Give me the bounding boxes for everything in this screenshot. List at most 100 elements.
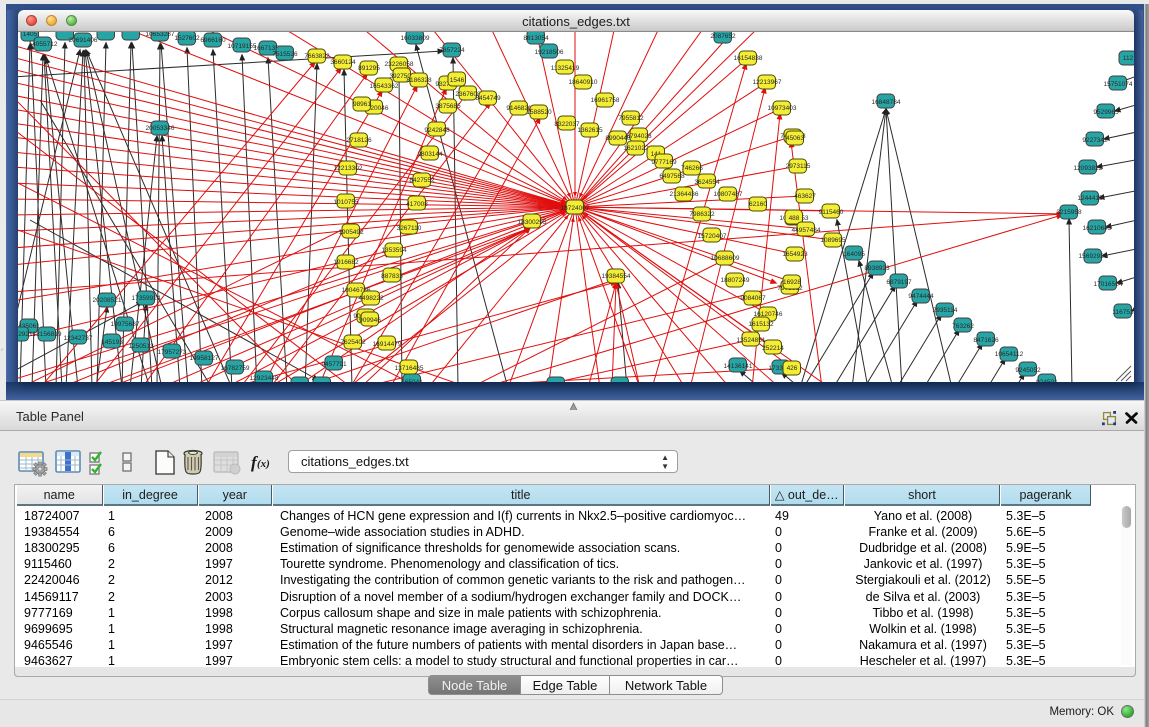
- svg-text:10807487: 10807487: [714, 191, 743, 198]
- svg-text:13524851: 13524851: [737, 337, 766, 344]
- svg-text:15692921: 15692921: [1079, 253, 1108, 260]
- svg-text:1546: 1546: [450, 77, 465, 84]
- svg-text:45063: 45063: [786, 135, 804, 142]
- svg-text:12923448: 12923448: [250, 375, 279, 382]
- svg-text:763262: 763262: [952, 323, 974, 330]
- svg-text:18640910: 18640910: [569, 79, 598, 86]
- svg-text:4498222: 4498222: [358, 295, 384, 302]
- svg-text:8938923: 8938923: [864, 265, 890, 272]
- svg-text:909946: 909946: [359, 317, 381, 324]
- svg-text:252214: 252214: [762, 345, 784, 352]
- svg-text:1362615: 1362615: [577, 127, 603, 134]
- svg-text:12342737: 12342737: [64, 335, 93, 342]
- svg-text:14136141: 14136141: [724, 363, 753, 370]
- svg-text:10973403: 10973403: [768, 105, 797, 112]
- svg-text:11325419: 11325419: [551, 65, 580, 72]
- svg-text:16033809: 16033809: [401, 35, 430, 42]
- svg-text:44957484: 44957484: [792, 227, 821, 234]
- svg-text:12156819: 12156819: [33, 331, 62, 338]
- svg-text:13716485: 13716485: [395, 365, 424, 372]
- svg-text:887833: 887833: [381, 273, 403, 280]
- svg-text:9242848: 9242848: [424, 127, 450, 134]
- svg-text:3215958: 3215958: [1056, 209, 1082, 216]
- svg-text:17359924: 17359924: [132, 295, 161, 302]
- svg-text:9474444: 9474444: [908, 293, 934, 300]
- svg-text:7857224: 7857224: [439, 47, 465, 54]
- svg-text:9084067: 9084067: [740, 295, 766, 302]
- svg-text:16782759: 16782759: [221, 365, 250, 372]
- svg-text:16154838: 16154838: [734, 55, 763, 62]
- svg-text:62160: 62160: [749, 201, 767, 208]
- svg-text:3624554: 3624554: [694, 179, 720, 186]
- svg-text:1527602: 1527602: [174, 35, 200, 42]
- svg-text:8322037: 8322037: [554, 121, 580, 128]
- svg-text:1916682: 1916682: [333, 259, 359, 266]
- svg-text:17016504: 17016504: [1094, 281, 1123, 288]
- svg-text:9457791: 9457791: [321, 361, 347, 368]
- svg-text:10719155: 10719155: [228, 43, 257, 50]
- svg-text:16928: 16928: [783, 279, 801, 286]
- svg-text:1089695: 1089695: [820, 237, 846, 244]
- svg-text:3660124: 3660124: [330, 59, 356, 66]
- svg-text:8454749: 8454749: [475, 95, 501, 102]
- svg-text:112: 112: [1123, 55, 1134, 62]
- svg-text:10975687: 10975687: [111, 321, 140, 328]
- svg-text:10688609: 10688609: [711, 255, 740, 262]
- svg-text:8471626: 8471626: [973, 337, 999, 344]
- svg-text:8427552: 8427552: [409, 177, 435, 184]
- svg-text:8186328: 8186328: [406, 77, 432, 84]
- svg-text:746266: 746266: [681, 165, 703, 172]
- svg-text:7663822: 7663822: [304, 53, 330, 60]
- svg-text:1654923: 1654923: [782, 251, 808, 258]
- svg-text:7625402: 7625402: [340, 339, 366, 346]
- svg-text:2935114: 2935114: [933, 307, 958, 314]
- svg-text:6794028: 6794028: [626, 133, 652, 140]
- svg-text:1244415: 1244415: [1077, 195, 1103, 202]
- svg-text:10653287: 10653287: [146, 32, 175, 38]
- svg-text:1905492: 1905492: [338, 229, 364, 236]
- svg-text:1621022: 1621022: [623, 145, 649, 152]
- svg-text:7515526: 7515526: [272, 51, 298, 58]
- svg-text:9777169: 9777169: [651, 159, 677, 166]
- svg-text:12093822: 12093822: [1074, 165, 1103, 172]
- svg-text:9245052: 9245052: [1015, 367, 1041, 374]
- svg-text:(x): (x): [257, 458, 270, 470]
- svg-text:426: 426: [787, 365, 798, 372]
- svg-text:116753: 116753: [1112, 309, 1134, 316]
- svg-text:6966160: 6966160: [200, 37, 226, 44]
- svg-text:924501: 924501: [1036, 379, 1058, 382]
- svg-text:16210643: 16210643: [1083, 225, 1112, 232]
- svg-text:16848784: 16848784: [872, 99, 901, 106]
- svg-text:23226058: 23226058: [385, 61, 414, 68]
- svg-text:19384554: 19384554: [602, 273, 631, 280]
- svg-text:21364436: 21364436: [670, 191, 699, 198]
- svg-text:1405: 1405: [23, 32, 38, 38]
- svg-text:488: 488: [789, 215, 800, 222]
- svg-text:3912921: 3912921: [18, 331, 33, 338]
- svg-text:20053346: 20053346: [146, 125, 175, 132]
- svg-text:165041: 165041: [401, 379, 423, 382]
- svg-text:2087652: 2087652: [710, 33, 736, 40]
- svg-text:1250513: 1250513: [128, 343, 154, 350]
- svg-text:20208521: 20208521: [93, 297, 122, 304]
- svg-text:164095: 164095: [843, 251, 865, 258]
- svg-text:145193: 145193: [101, 339, 123, 346]
- svg-text:18300295: 18300295: [518, 219, 547, 226]
- svg-text:1010755: 1010755: [333, 199, 359, 206]
- svg-text:1615132: 1615132: [748, 321, 774, 328]
- svg-text:9115460: 9115460: [819, 209, 844, 216]
- svg-text:8813054: 8813054: [523, 35, 549, 42]
- svg-text:15720407: 15720407: [698, 233, 727, 240]
- svg-text:18724007: 18724007: [561, 205, 590, 212]
- svg-text:2718126: 2718126: [346, 137, 372, 144]
- svg-text:16961758: 16961758: [591, 97, 620, 104]
- svg-text:3875685: 3875685: [435, 103, 461, 110]
- svg-text:12213302: 12213302: [334, 165, 363, 172]
- svg-text:9529965: 9529965: [1093, 109, 1119, 116]
- svg-text:2803144: 2803144: [417, 151, 443, 158]
- svg-text:1588520: 1588520: [526, 109, 552, 116]
- svg-text:10958127: 10958127: [190, 355, 219, 362]
- svg-text:1353594: 1353594: [381, 247, 407, 254]
- svg-text:463627: 463627: [794, 193, 816, 200]
- svg-text:891295: 891295: [358, 65, 380, 72]
